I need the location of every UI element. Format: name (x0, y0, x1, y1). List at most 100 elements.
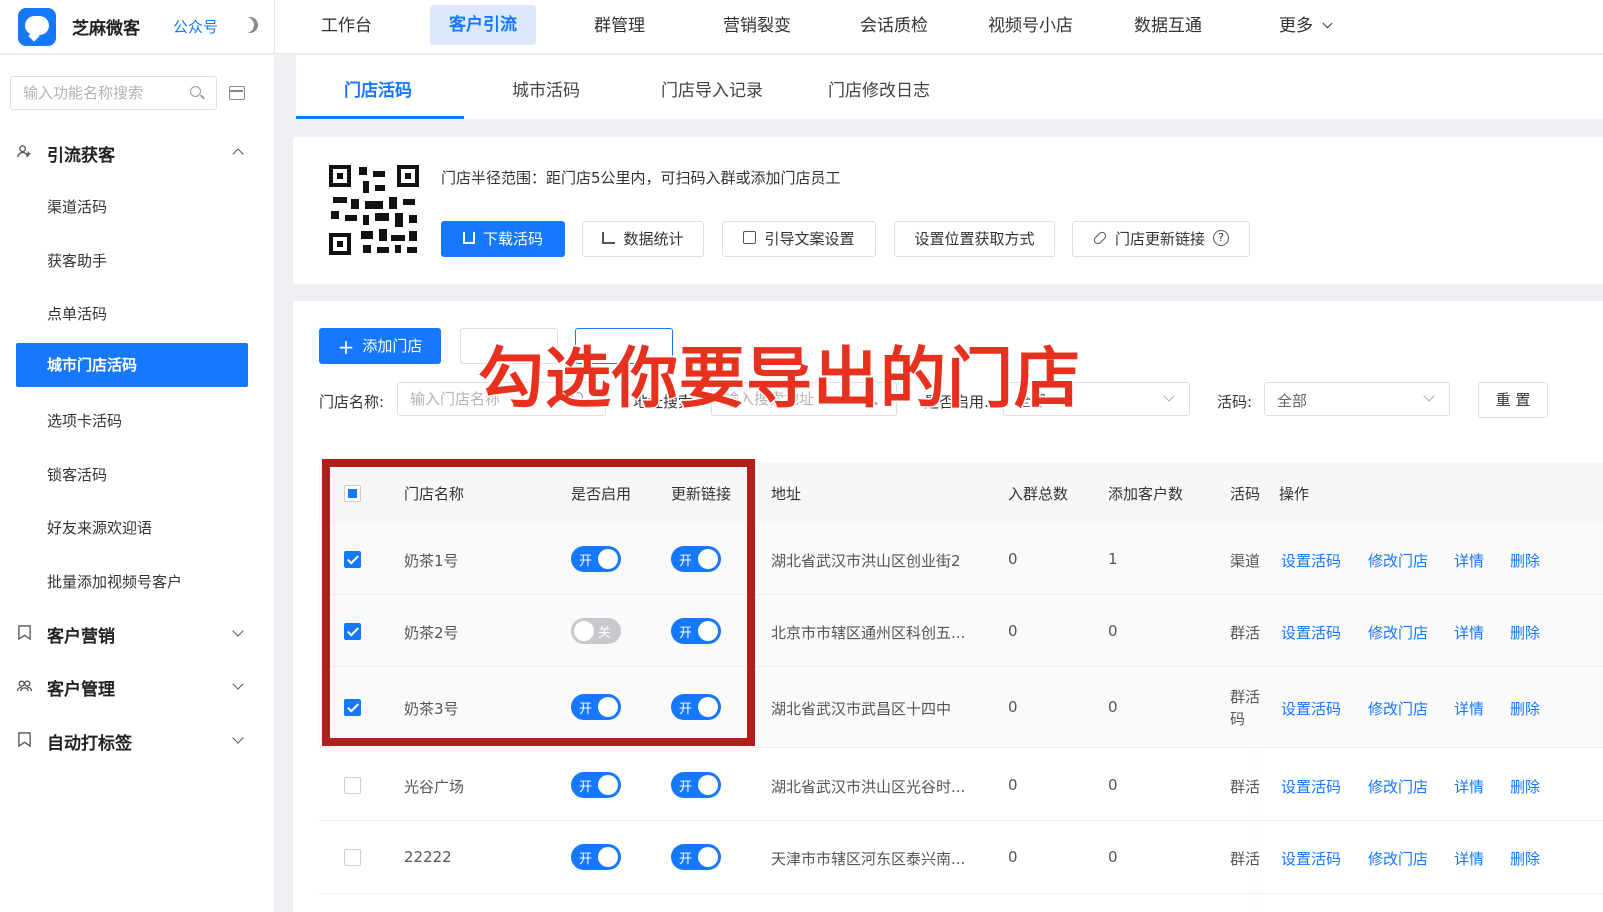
edit-store-link[interactable]: 修改门店 (1368, 622, 1428, 643)
tab-city-code[interactable]: 城市活码 (512, 76, 580, 101)
tab-store-code[interactable]: 门店活码 (344, 76, 412, 101)
edit-store-link[interactable]: 修改门店 (1368, 776, 1428, 797)
code-filter-label: 活码: (1217, 393, 1253, 411)
delete-link[interactable]: 删除 (1510, 776, 1540, 797)
col-code: 活码 (1230, 485, 1261, 503)
location-method-button[interactable]: 设置位置获取方式 (894, 221, 1055, 257)
sidebar-item-tab-code[interactable]: 选项卡活码 (47, 410, 122, 431)
store-address: 湖北省武汉市洪山区创业街2 (771, 552, 961, 570)
set-code-link[interactable]: 设置活码 (1281, 848, 1341, 869)
bookmark-icon (18, 732, 31, 747)
edit-store-link[interactable]: 修改门店 (1368, 550, 1428, 571)
details-link[interactable]: 详情 (1454, 848, 1484, 869)
download-icon (462, 231, 475, 244)
nav-data-sync[interactable]: 数据互通 (1134, 0, 1202, 54)
sidebar-item-order-code[interactable]: 点单活码 (47, 303, 107, 324)
sidebar-item-city-store-code[interactable]: 城市门店活码 (16, 343, 248, 387)
enabled-toggle[interactable]: 开 (571, 844, 621, 870)
download-code-button[interactable]: 下载活码 (441, 221, 565, 257)
row-checkbox[interactable] (344, 849, 361, 866)
sidebar-search[interactable] (10, 76, 217, 110)
sidebar-item-welcome-msg[interactable]: 好友来源欢迎语 (47, 517, 152, 538)
set-code-link[interactable]: 设置活码 (1281, 776, 1341, 797)
bar-chart-icon (602, 231, 616, 244)
guide-text-button[interactable]: 引导文案设置 (722, 221, 876, 257)
nav-group-management[interactable]: 群管理 (594, 0, 645, 54)
store-address: 湖北省武汉市洪山区光谷时... (771, 778, 966, 796)
details-link[interactable]: 详情 (1454, 550, 1484, 571)
dark-mode-icon[interactable] (241, 16, 259, 34)
reset-button[interactable]: 重 置 (1478, 382, 1548, 418)
nav-more[interactable]: 更多 (1279, 0, 1333, 54)
update-link-button[interactable]: 门店更新链接? (1072, 221, 1250, 257)
qr-code-image (329, 165, 419, 255)
nav-more-label: 更多 (1279, 16, 1313, 36)
sidebar-item-batch-add-video[interactable]: 批量添加视频号客户 (47, 571, 182, 592)
store-code-info-card: 门店半径范围：距门店5公里内，可扫码入群或添加门店员工 下载活码 数据统计 引导… (293, 137, 1603, 284)
row-checkbox[interactable] (344, 777, 361, 794)
nav-session-qc[interactable]: 会话质检 (860, 0, 928, 54)
group-total: 0 (1008, 550, 1018, 568)
set-code-link[interactable]: 设置活码 (1281, 698, 1341, 719)
location-method-label: 设置位置获取方式 (914, 230, 1035, 248)
delete-link[interactable]: 删除 (1510, 698, 1540, 719)
col-added-customers: 添加客户数 (1108, 485, 1184, 503)
nav-customer-acquisition[interactable]: 客户引流 (430, 5, 536, 45)
store-name: 22222 (404, 848, 452, 866)
update-link-toggle[interactable]: 开 (671, 844, 721, 870)
tab-import-records[interactable]: 门店导入记录 (661, 76, 763, 101)
add-store-button[interactable]: + 添加门店 (319, 328, 441, 364)
search-icon[interactable] (190, 86, 201, 97)
code-select[interactable]: 全部 (1264, 382, 1450, 416)
chevron-up-icon (232, 148, 244, 160)
sidebar-item-lock-code[interactable]: 锁客活码 (47, 464, 107, 485)
chevron-down-icon (232, 678, 244, 690)
delete-link[interactable]: 删除 (1510, 550, 1540, 571)
sidebar-search-input[interactable] (23, 84, 183, 102)
sidebar-group-marketing[interactable]: 客户营销 (0, 613, 274, 653)
nav-marketing-fission[interactable]: 营销裂变 (723, 0, 791, 54)
toggle-label: 开 (579, 780, 593, 795)
account-type-link[interactable]: 公众号 (173, 16, 218, 37)
delete-link[interactable]: 删除 (1510, 622, 1540, 643)
sidebar-group-traffic[interactable]: 引流获客 (0, 132, 274, 172)
nav-workbench[interactable]: 工作台 (321, 0, 372, 54)
added-customers: 0 (1108, 848, 1118, 866)
added-customers: 0 (1108, 698, 1118, 716)
sidebar-group-label: 自动打标签 (47, 734, 132, 754)
added-customers: 0 (1108, 776, 1118, 794)
details-link[interactable]: 详情 (1454, 776, 1484, 797)
update-link-toggle[interactable]: 开 (671, 772, 721, 798)
set-code-link[interactable]: 设置活码 (1281, 550, 1341, 571)
sidebar-group-customer-mgmt[interactable]: 客户管理 (0, 666, 274, 706)
details-link[interactable]: 详情 (1454, 698, 1484, 719)
download-code-label: 下载活码 (482, 230, 543, 248)
code-type: 群活 码 (1230, 688, 1261, 728)
edit-store-link[interactable]: 修改门店 (1368, 848, 1428, 869)
delete-link[interactable]: 删除 (1510, 848, 1540, 869)
added-customers: 1 (1108, 550, 1118, 568)
set-code-link[interactable]: 设置活码 (1281, 622, 1341, 643)
sub-tabs: 门店活码 城市活码 门店导入记录 门店修改日志 (296, 55, 1603, 119)
nav-video-shop[interactable]: 视频号小店 (988, 0, 1073, 54)
sidebar-item-channel-code[interactable]: 渠道活码 (47, 196, 107, 217)
edit-store-link[interactable]: 修改门店 (1368, 698, 1428, 719)
enabled-toggle[interactable]: 开 (571, 772, 621, 798)
code-select-value: 全部 (1277, 392, 1308, 410)
code-type: 群活 (1230, 778, 1260, 796)
selection-highlight-box (322, 459, 755, 746)
active-tab-indicator (296, 116, 464, 119)
group-total: 0 (1008, 848, 1018, 866)
col-address: 地址 (771, 485, 802, 503)
details-link[interactable]: 详情 (1454, 622, 1484, 643)
chevron-down-icon (1423, 390, 1435, 402)
help-icon[interactable]: ? (1213, 229, 1229, 246)
sidebar-item-acquisition-assistant[interactable]: 获客助手 (47, 250, 107, 271)
layout-icon[interactable] (229, 86, 245, 100)
group-total: 0 (1008, 698, 1018, 716)
group-total: 0 (1008, 622, 1018, 640)
sidebar-group-auto-tag[interactable]: 自动打标签 (0, 720, 274, 760)
data-stats-button[interactable]: 数据统计 (582, 221, 704, 257)
store-name: 光谷广场 (404, 778, 465, 796)
tab-change-log[interactable]: 门店修改日志 (828, 76, 930, 101)
